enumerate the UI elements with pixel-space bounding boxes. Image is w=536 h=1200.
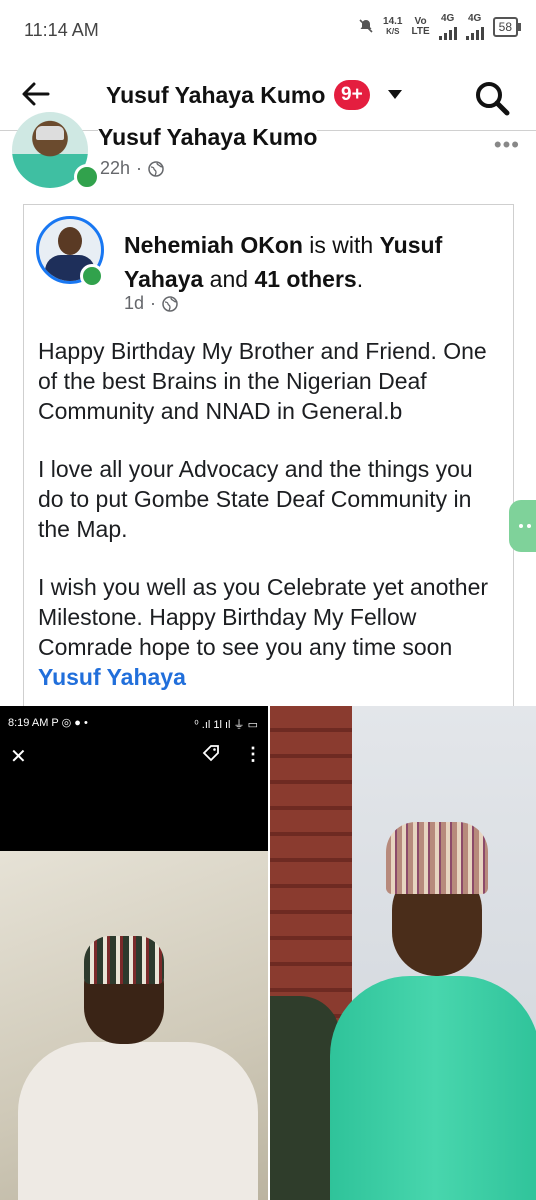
signal-bars-icon xyxy=(438,24,457,40)
post-photo-left[interactable]: 8:19 AM P ◎ ● • ⁰ .ıl 1l ıl ⏚ ▭ ✕ ⋮ xyxy=(0,706,268,1200)
post-time[interactable]: 22h xyxy=(100,158,130,179)
signal-2: 4G xyxy=(465,13,484,40)
net2-label: 4G xyxy=(467,13,482,24)
with-text: is with xyxy=(302,232,380,258)
status-icons: 14.1 K/S Vo LTE 4G 4G 58 xyxy=(358,13,522,40)
embedded-status-icons: P ◎ ● • xyxy=(51,717,88,729)
close-icon: ✕ xyxy=(10,746,27,768)
others-link[interactable]: 41 others xyxy=(254,266,356,292)
period-text: . xyxy=(356,266,364,292)
notification-badge: 9+ xyxy=(334,80,370,110)
online-status-dot xyxy=(80,264,104,288)
lte-label: LTE xyxy=(411,26,430,37)
signal-1: 4G xyxy=(438,13,457,40)
page-title[interactable]: Yusuf Yahaya Kumo xyxy=(106,82,325,109)
photo-figure-body xyxy=(18,1042,258,1200)
battery-icon: 58 xyxy=(492,17,522,37)
more-vertical-icon: ⋮ xyxy=(244,744,262,764)
post-author[interactable]: Yusuf Yahaya Kumo xyxy=(98,124,318,151)
meta-separator: · xyxy=(136,158,143,178)
back-arrow-icon[interactable] xyxy=(18,76,54,112)
photo-figure-body xyxy=(330,976,536,1200)
post-paragraph: I love all your Advocacy and the things … xyxy=(38,456,473,542)
app-header: Yusuf Yahaya Kumo 9+ xyxy=(0,58,536,131)
shared-post-meta: 1d · xyxy=(124,293,178,314)
signal-bars-icon xyxy=(465,24,484,40)
photo-figure-cap xyxy=(84,936,164,984)
photo-figure-cap xyxy=(386,822,488,894)
mention-link[interactable]: Yusuf Yahaya xyxy=(38,664,186,690)
mute-icon xyxy=(358,18,374,37)
shared-post-time[interactable]: 1d xyxy=(124,293,144,314)
post-meta: 22h · xyxy=(100,158,164,179)
volte-indicator: Vo LTE xyxy=(411,17,429,37)
floating-edge-button[interactable] xyxy=(509,500,536,552)
shared-post-header: Nehemiah OKon is with Yusuf Yahaya and 4… xyxy=(124,228,494,296)
meta-separator: · xyxy=(150,293,157,313)
more-options-icon[interactable]: ••• xyxy=(494,132,520,158)
chevron-down-icon[interactable] xyxy=(388,90,402,99)
speed-indicator: 14.1 K/S xyxy=(383,17,402,37)
post-paragraph: I wish you well as you Celebrate yet ano… xyxy=(38,572,502,692)
globe-icon xyxy=(162,295,178,312)
globe-icon xyxy=(148,160,164,177)
embedded-status-right: ⁰ .ıl 1l ıl ⏚ ▭ xyxy=(194,719,258,731)
post-body: Happy Birthday My Brother and Friend. On… xyxy=(38,336,502,720)
post-photo-right[interactable] xyxy=(270,706,536,1200)
online-status-dot xyxy=(74,164,100,190)
embedded-status-time: 8:19 AM P ◎ ● • xyxy=(8,716,88,729)
search-icon[interactable] xyxy=(472,78,512,118)
and-text: and xyxy=(203,266,255,292)
status-time: 11:14 AM xyxy=(24,20,99,40)
net1-label: 4G xyxy=(440,13,455,24)
status-bar: 11:14 AM 14.1 K/S Vo LTE 4G 4G 58 xyxy=(0,0,536,58)
shared-author-name[interactable]: Nehemiah OKon xyxy=(124,232,303,258)
post-paragraph-text: I wish you well as you Celebrate yet ano… xyxy=(38,574,489,660)
post-paragraph: Happy Birthday My Brother and Friend. On… xyxy=(38,338,487,424)
tag-icon xyxy=(202,744,220,767)
embedded-time-text: 8:19 AM xyxy=(8,717,49,729)
speed-value: 14.1 xyxy=(383,16,403,27)
speed-unit: K/S xyxy=(386,27,400,36)
